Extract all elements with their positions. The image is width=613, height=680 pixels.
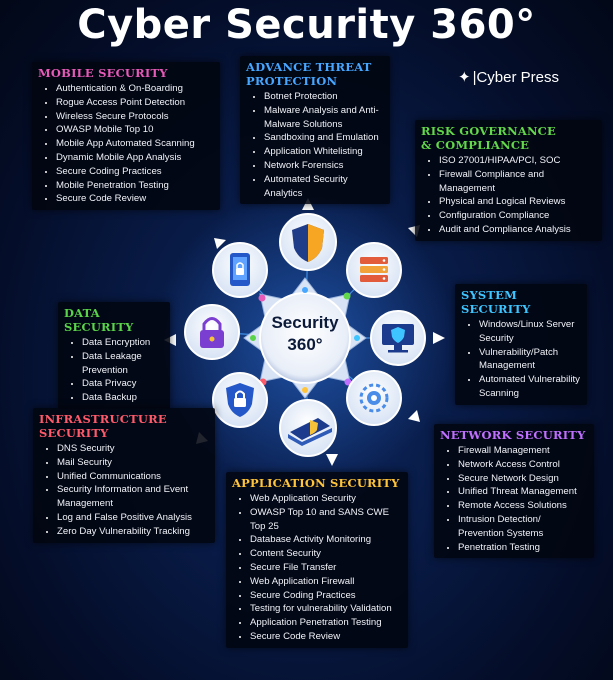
network-security-panel: NETWORK SECURITY Firewall Management Net… (434, 424, 594, 559)
mobile-lock-icon (212, 242, 268, 298)
list-item: Sandboxing and Emulation (264, 131, 384, 145)
risk-governance-heading: RISK GOVERNANCE & COMPLIANCE (421, 124, 596, 152)
list-item: Firewall Management (458, 444, 588, 458)
risk-governance-panel: RISK GOVERNANCE & COMPLIANCE ISO 27001/H… (415, 120, 602, 241)
list-item: OWASP Top 10 and SANS CWE Top 25 (250, 506, 402, 534)
mobile-security-list: Authentication & On-Boarding Rogue Acces… (38, 82, 214, 206)
brand-diamond-icon: ✦ (458, 69, 471, 86)
padlock-icon (184, 304, 240, 360)
data-security-panel: DATA SECURITY Data Encryption Data Leaka… (58, 302, 170, 409)
list-item: Unified Communications (57, 470, 209, 484)
system-security-list: Windows/Linux Server Security Vulnerabil… (461, 318, 581, 401)
advance-threat-heading-line1: ADVANCE THREAT (246, 60, 372, 74)
advance-threat-list: Botnet Protection Malware Analysis and A… (246, 90, 384, 200)
list-item: Physical and Logical Reviews (439, 195, 596, 209)
list-item: Intrusion Detection/ Prevention Systems (458, 513, 588, 541)
list-item: Dynamic Mobile App Analysis (56, 151, 214, 165)
list-item: Botnet Protection (264, 90, 384, 104)
infrastructure-heading-line2: SECURITY (39, 426, 109, 440)
list-item: Testing for vulnerability Validation (250, 602, 402, 616)
infrastructure-heading-line1: INFRASTRUCTURE (39, 412, 167, 426)
risk-governance-heading-line2: & COMPLIANCE (421, 138, 530, 152)
mobile-security-heading: MOBILE SECURITY (38, 66, 168, 80)
application-security-heading: APPLICATION SECURITY (232, 476, 400, 490)
list-item: DNS Security (57, 442, 209, 456)
list-item: Firewall Compliance and Management (439, 168, 596, 196)
list-item: Zero Day Vulnerability Tracking (57, 525, 209, 539)
list-item: ISO 27001/HIPAA/PCI, SOC (439, 154, 596, 168)
list-item: Application Penetration Testing (250, 616, 402, 630)
brand-logo: ✦ |Cyber Press (458, 68, 559, 86)
advance-threat-panel: ADVANCE THREAT PROTECTION Botnet Protect… (240, 56, 390, 205)
list-item: Configuration Compliance (439, 209, 596, 223)
chip-gear-icon (346, 370, 402, 426)
list-item: Windows/Linux Server Security (479, 318, 581, 346)
list-item: Authentication & On-Boarding (56, 82, 214, 96)
list-item: Mobile Penetration Testing (56, 179, 214, 193)
list-item: Automated Security Analytics (264, 173, 384, 201)
system-security-panel: SYSTEM SECURITY Windows/Linux Server Sec… (455, 284, 587, 405)
arrow-down-right (408, 410, 420, 422)
list-item: Content Security (250, 547, 402, 561)
lock-shield-icon (212, 372, 268, 428)
risk-governance-heading-line1: RISK GOVERNANCE (421, 124, 556, 138)
arrow-down (326, 454, 338, 466)
application-security-list: Web Application Security OWASP Top 10 an… (232, 492, 402, 644)
system-security-heading: SYSTEM SECURITY (461, 288, 531, 316)
infrastructure-security-list: DNS Security Mail Security Unified Commu… (39, 442, 209, 539)
list-item: Secure File Transfer (250, 561, 402, 575)
advance-threat-heading: ADVANCE THREAT PROTECTION (246, 60, 384, 88)
list-item: Network Forensics (264, 159, 384, 173)
list-item: Vulnerability/Patch Management (479, 346, 581, 374)
list-item: Mobile App Automated Scanning (56, 137, 214, 151)
list-item: Secure Code Review (56, 192, 214, 206)
list-item: Secure Code Review (250, 630, 402, 644)
list-item: Security Information and Event Managemen… (57, 483, 209, 511)
data-security-heading: DATA SECURITY (64, 306, 134, 334)
network-security-list: Firewall Management Network Access Contr… (440, 444, 588, 554)
list-item: Data Privacy (82, 377, 164, 391)
list-item: OWASP Mobile Top 10 (56, 123, 214, 137)
shield-icon (279, 213, 337, 271)
list-item: Unified Threat Management (458, 485, 588, 499)
data-security-list: Data Encryption Data Leakage Prevention … (64, 336, 164, 405)
risk-governance-list: ISO 27001/HIPAA/PCI, SOC Firewall Compli… (421, 154, 596, 237)
infrastructure-security-heading: INFRASTRUCTURE SECURITY (39, 412, 209, 440)
list-item: Penetration Testing (458, 541, 588, 555)
page-title: Cyber Security 360° (77, 2, 536, 48)
arrow-right (433, 332, 445, 344)
center-label-line1: Security (271, 313, 339, 332)
mobile-security-panel: MOBILE SECURITY Authentication & On-Boar… (32, 62, 220, 211)
list-item: Data Leakage Prevention (82, 350, 164, 378)
center-label: Security 360° (255, 312, 355, 356)
list-item: Log and False Positive Analysis (57, 511, 209, 525)
server-stack-icon (346, 242, 402, 298)
application-security-panel: APPLICATION SECURITY Web Application Sec… (226, 472, 408, 648)
list-item: Web Application Firewall (250, 575, 402, 589)
list-item: Mail Security (57, 456, 209, 470)
network-security-heading: NETWORK SECURITY (440, 428, 586, 442)
list-item: Remote Access Solutions (458, 499, 588, 513)
center-label-line2: 360° (287, 335, 323, 354)
list-item: Automated Vulnerability Scanning (479, 373, 581, 401)
advance-threat-heading-line2: PROTECTION (246, 74, 338, 88)
list-item: Secure Network Design (458, 472, 588, 486)
list-item: Secure Coding Practices (56, 165, 214, 179)
list-item: Malware Analysis and Anti-Malware Soluti… (264, 104, 384, 132)
list-item: Rogue Access Point Detection (56, 96, 214, 110)
arrow-up-left (214, 238, 226, 249)
infrastructure-security-panel: INFRASTRUCTURE SECURITY DNS Security Mai… (33, 408, 215, 543)
list-item: Database Activity Monitoring (250, 533, 402, 547)
monitor-shield-icon (370, 310, 426, 366)
list-item: Data Encryption (82, 336, 164, 350)
list-item: Network Access Control (458, 458, 588, 472)
list-item: Data Backup (82, 391, 164, 405)
brand-name: |Cyber Press (472, 69, 559, 86)
laptop-shield-icon (279, 399, 337, 457)
list-item: Wireless Secure Protocols (56, 110, 214, 124)
list-item: Web Application Security (250, 492, 402, 506)
list-item: Secure Coding Practices (250, 589, 402, 603)
list-item: Audit and Compliance Analysis (439, 223, 596, 237)
list-item: Application Whitelisting (264, 145, 384, 159)
